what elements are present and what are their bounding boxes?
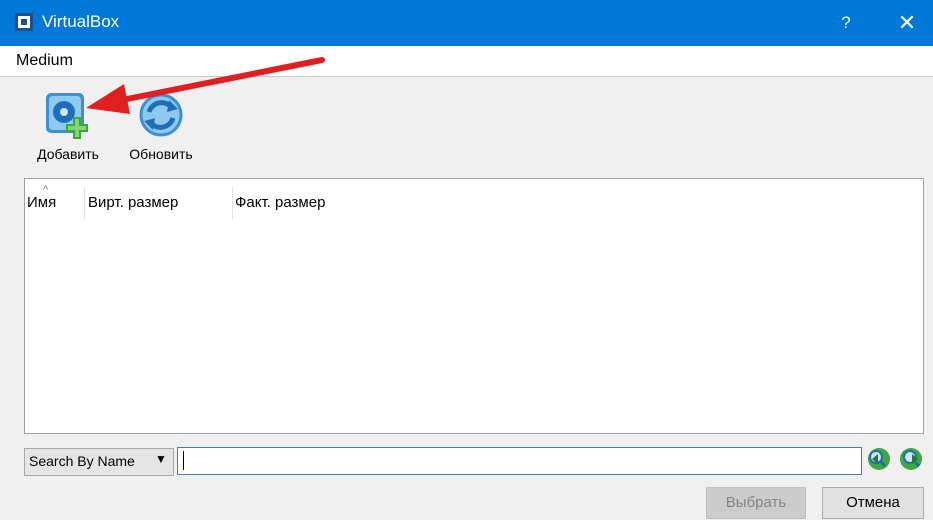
medium-list[interactable]: ^ Имя Вирт. размер Факт. размер	[24, 178, 924, 434]
column-header-virtual-size[interactable]: Вирт. размер	[83, 187, 233, 219]
refresh-label: Обновить	[129, 146, 193, 162]
title-bar: VirtualBox ? ✕	[0, 0, 933, 46]
refresh-disk-icon	[139, 93, 183, 137]
search-mode-select[interactable]: Search By Name ▼	[24, 448, 174, 476]
dialog-header: Medium	[0, 46, 933, 77]
help-button[interactable]: ?	[826, 8, 866, 38]
close-button[interactable]: ✕	[886, 8, 928, 38]
search-mode-value: Search By Name	[29, 453, 135, 469]
text-cursor	[183, 451, 184, 470]
choose-button[interactable]: Выбрать	[706, 487, 806, 519]
column-header-actual-size-label: Факт. размер	[235, 194, 326, 211]
cancel-button[interactable]: Отмена	[822, 487, 924, 519]
add-medium-button[interactable]: Добавить	[26, 90, 110, 162]
search-previous-icon[interactable]	[866, 446, 892, 472]
refresh-button[interactable]: Обновить	[120, 90, 202, 162]
dialog-heading: Medium	[16, 52, 73, 69]
column-header-name[interactable]: ^ Имя	[25, 184, 85, 219]
sort-indicator-icon: ^	[43, 184, 49, 196]
add-disk-icon	[46, 93, 88, 139]
add-medium-label: Добавить	[37, 146, 99, 162]
dropdown-arrow-icon: ▼	[155, 452, 167, 466]
window-title: VirtualBox	[42, 12, 120, 31]
virtualbox-dialog: VirtualBox ? ✕ Medium Добавить Обновить	[0, 0, 933, 520]
search-input[interactable]	[177, 447, 862, 475]
column-header-actual-size[interactable]: Факт. размер	[229, 187, 535, 219]
column-header-name-label: Имя	[27, 194, 57, 211]
virtualbox-app-icon	[15, 13, 33, 31]
search-next-icon[interactable]	[898, 446, 924, 472]
column-header-virtual-size-label: Вирт. размер	[88, 194, 179, 211]
